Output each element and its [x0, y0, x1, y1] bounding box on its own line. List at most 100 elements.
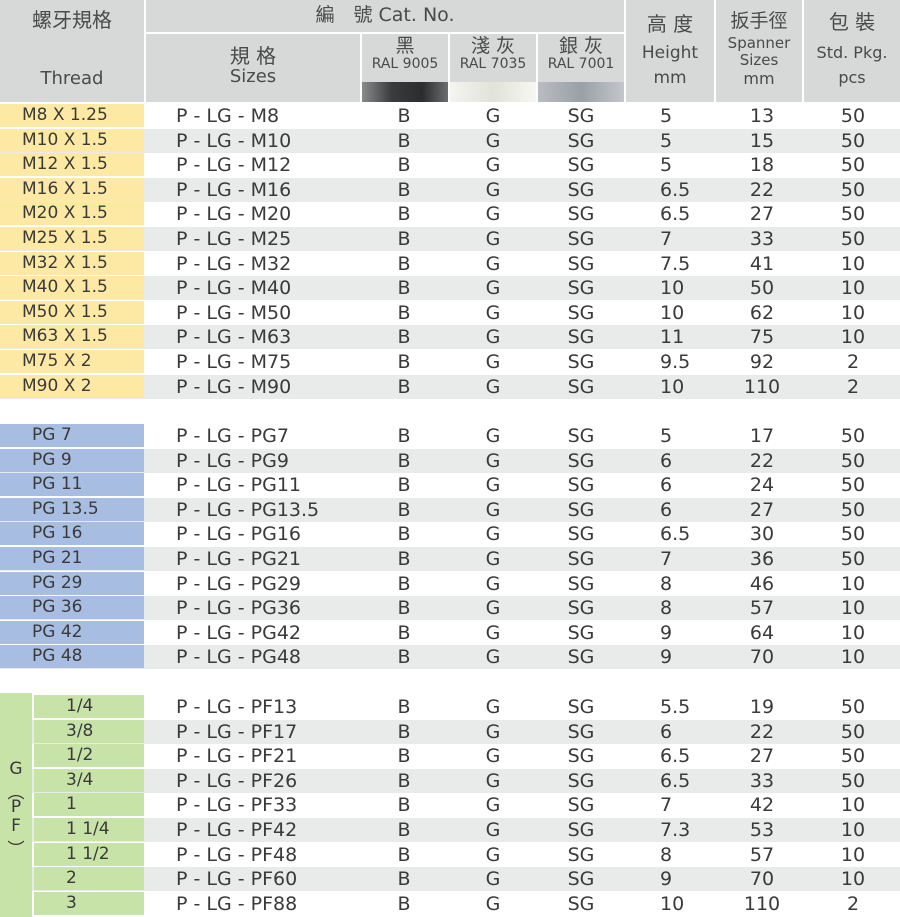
catalog-number-cell: P - LG - PF48 — [176, 843, 298, 866]
spanner-cell: 53 — [749, 819, 775, 841]
spanner-cell: 17 — [749, 425, 775, 447]
height-cell: 10 — [660, 301, 685, 324]
package-cell: 50 — [840, 425, 866, 447]
package-cell: 10 — [840, 597, 866, 620]
table-row: M63 X 1.5 P - LG - M63 B G SG 11 75 10 — [0, 325, 900, 350]
height-title-en: Height — [641, 43, 699, 63]
lightgray-code-cell: G — [485, 252, 501, 275]
table-row: 3/8 P - LG - PF17 B G SG 6 22 50 — [0, 719, 900, 744]
thread-cell: M90 X 2 — [0, 374, 144, 398]
silvergray-code-cell: SG — [567, 572, 595, 595]
black-code-cell: B — [397, 892, 411, 915]
package-cell: 50 — [840, 449, 866, 472]
lightgray-title-cn: 淺 灰 — [470, 35, 516, 57]
lightgray-code-cell: G — [485, 129, 501, 152]
spanner-cell: 42 — [749, 794, 775, 817]
silvergray-code-cell: SG — [567, 178, 595, 201]
height-cell: 9.5 — [660, 351, 691, 373]
height-cell: 7 — [660, 794, 673, 817]
lightgray-code-cell: G — [485, 498, 501, 521]
thread-cell: 3 — [34, 891, 144, 915]
silvergray-title-ral: RAL 7001 — [547, 56, 615, 72]
catalog-number-cell: P - LG - PG21 — [176, 548, 301, 570]
catalog-number-cell: P - LG - PF17 — [176, 720, 298, 743]
silvergray-code-cell: SG — [567, 819, 595, 841]
lightgray-code-cell: G — [485, 277, 501, 300]
lightgray-code-cell: G — [485, 301, 501, 324]
catalog-number-cell: P - LG - PG7 — [176, 425, 289, 447]
lightgray-code-cell: G — [485, 178, 501, 201]
package-cell: 50 — [840, 769, 866, 792]
thread-cell: PG 48 — [0, 645, 144, 669]
black-code-cell: B — [397, 129, 411, 152]
catalog-number-cell: P - LG - PF21 — [176, 745, 298, 768]
table-row: 1 P - LG - PF33 B G SG 7 42 10 — [0, 793, 900, 817]
thread-cell: M50 X 1.5 — [0, 300, 144, 324]
lightgray-code-cell: G — [485, 696, 501, 718]
spanner-cell: 57 — [749, 597, 775, 620]
spanner-cell: 64 — [749, 621, 775, 644]
catalog-number-cell: P - LG - PG13.5 — [176, 498, 320, 521]
table-row: M50 X 1.5 P - LG - M50 B G SG 10 62 10 — [0, 300, 900, 325]
spanner-unit: mm — [743, 69, 775, 88]
spanner-cell: 92 — [749, 351, 775, 373]
thread-cell: PG 9 — [0, 448, 144, 472]
silvergray-code-cell: SG — [567, 301, 595, 324]
table-row: 3/4 P - LG - PF26 B G SG 6.5 33 50 — [0, 768, 900, 793]
thread-cell: 1/4 — [34, 695, 144, 718]
catalog-number-cell: P - LG - M32 — [176, 252, 292, 275]
black-code-cell: B — [397, 597, 411, 620]
table-row: PG 29 P - LG - PG29 B G SG 8 46 10 — [0, 571, 900, 596]
table-row: PG 21 P - LG - PG21 B G SG 7 36 50 — [0, 547, 900, 571]
thread-cell: PG 11 — [0, 473, 144, 497]
height-cell: 6 — [660, 498, 673, 521]
black-code-cell: B — [397, 769, 411, 792]
black-code-cell: B — [397, 425, 411, 447]
table-row: M25 X 1.5 P - LG - M25 B G SG 7 33 50 — [0, 227, 900, 251]
silvergray-code-cell: SG — [567, 646, 595, 669]
spanner-cell: 22 — [749, 720, 775, 743]
package-cell: 2 — [846, 375, 860, 398]
table-row: M75 X 2 P - LG - M75 B G SG 9.5 92 2 — [0, 350, 900, 374]
lightgray-code-cell: G — [485, 351, 501, 373]
thread-cell: PG 42 — [0, 620, 144, 644]
package-cell: 10 — [840, 301, 866, 324]
package-cell: 10 — [840, 277, 866, 300]
package-cell: 50 — [840, 203, 866, 226]
height-cell: 7.5 — [660, 252, 691, 275]
catalog-number-cell: P - LG - PG11 — [176, 474, 301, 497]
catalog-number-cell: P - LG - M25 — [176, 228, 292, 250]
thread-cell: M20 X 1.5 — [0, 202, 144, 226]
spanner-cell: 33 — [749, 769, 775, 792]
silvergray-title-cn: 銀 灰 — [558, 35, 604, 57]
catalog-number-cell: P - LG - PG16 — [176, 523, 301, 546]
thread-cell: M12 X 1.5 — [0, 153, 144, 177]
thread-cell: 2 — [34, 867, 144, 891]
height-cell: 7 — [660, 548, 673, 570]
black-code-cell: B — [397, 572, 411, 595]
catalog-number-cell: P - LG - M90 — [176, 375, 292, 398]
height-cell: 9 — [660, 621, 673, 644]
black-code-cell: B — [397, 252, 411, 275]
package-cell: 50 — [840, 474, 866, 497]
package-title-cn: 包 裝 — [828, 10, 876, 34]
package-cell: 10 — [840, 843, 866, 866]
lightgray-title-ral: RAL 7035 — [459, 56, 527, 72]
height-cell: 6 — [660, 474, 673, 497]
silvergray-code-cell: SG — [567, 769, 595, 792]
spanner-title-en: Spanner — [727, 34, 791, 52]
silvergray-code-cell: SG — [567, 203, 595, 226]
black-swatch — [362, 82, 448, 102]
silvergray-code-cell: SG — [567, 498, 595, 521]
height-cell: 7 — [660, 228, 673, 250]
height-cell: 6.5 — [660, 178, 691, 201]
lightgray-code-cell: G — [485, 720, 501, 743]
lightgray-code-cell: G — [485, 523, 501, 546]
package-cell: 50 — [840, 178, 866, 201]
height-cell: 8 — [660, 597, 673, 620]
lightgray-code-cell: G — [485, 203, 501, 226]
spanner-cell: 62 — [749, 301, 775, 324]
spanner-cell: 75 — [749, 326, 775, 349]
lightgray-code-cell: G — [485, 154, 501, 177]
silvergray-code-cell: SG — [567, 154, 595, 177]
